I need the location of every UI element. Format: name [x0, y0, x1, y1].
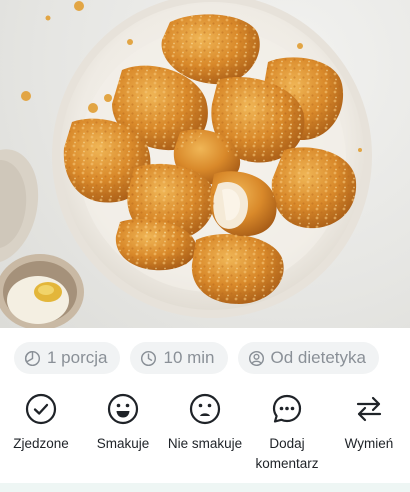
dislike-button[interactable]: Nie smakuje: [164, 392, 246, 474]
portion-chip: 1 porcja: [14, 342, 121, 374]
source-chip: Od dietetyka: [237, 342, 379, 374]
swap-arrows-icon: [356, 396, 382, 422]
dietitian-icon: [248, 350, 264, 366]
chicken-nuggets-illustration: [0, 0, 372, 328]
time-label: 10 min: [163, 348, 215, 367]
check-circle-icon: [25, 393, 57, 425]
eaten-label: Zjedzone: [13, 436, 69, 451]
swap-label: Wymień: [344, 436, 394, 451]
dislike-label: Nie smakuje: [167, 436, 243, 451]
portion-icon: [24, 350, 41, 366]
recipe-actions: Zjedzone Smakuje Nie smakuje Dodaj komen…: [0, 392, 410, 474]
bottom-strip: [0, 483, 410, 492]
eaten-button[interactable]: Zjedzone: [0, 392, 82, 474]
comment-bubble-icon: [272, 394, 302, 423]
like-button[interactable]: Smakuje: [82, 392, 164, 474]
source-label: Od dietetyka: [270, 348, 366, 367]
add-comment-button[interactable]: Dodaj komentarz: [246, 392, 328, 474]
add-comment-label: Dodaj komentarz: [255, 436, 319, 471]
smile-face-icon: [107, 393, 139, 425]
sad-face-icon: [189, 393, 221, 425]
like-label: Smakuje: [96, 436, 150, 451]
recipe-info-chips: 1 porcja 10 min Od dietetyka: [14, 342, 379, 374]
recipe-photo: [0, 0, 410, 328]
swap-button[interactable]: Wymień: [328, 392, 410, 474]
time-chip: 10 min: [130, 342, 228, 374]
portion-label: 1 porcja: [47, 348, 108, 367]
clock-icon: [141, 350, 157, 366]
